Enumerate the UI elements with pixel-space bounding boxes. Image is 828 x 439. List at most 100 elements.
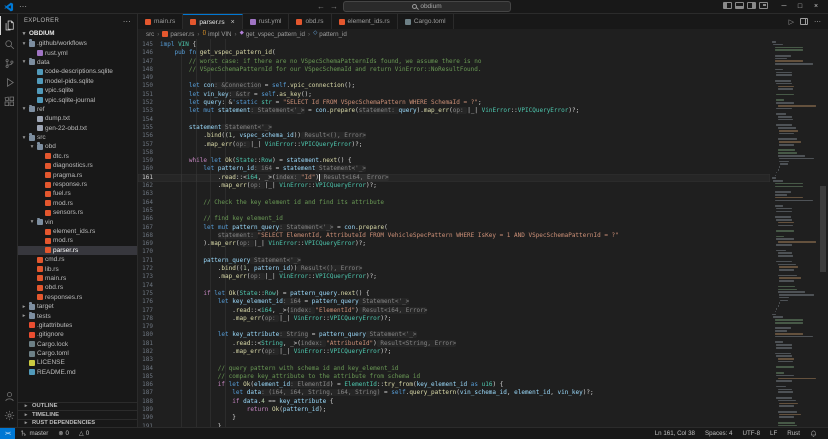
tree-item-lib-rs[interactable]: lib.rs [18, 264, 137, 273]
code-line[interactable]: 159 while let Ok(State::Row) = statement… [138, 157, 770, 165]
tab-parser-rs[interactable]: parser.rs× [183, 14, 242, 29]
code-line[interactable]: 186 if let Ok(element_id: ElementId) = E… [138, 381, 770, 389]
tree-item-cargo-toml[interactable]: Cargo.toml [18, 349, 137, 358]
code-line[interactable]: 182 .map_err(op: |_| VinError::VPICQuery… [138, 348, 770, 356]
code-line[interactable]: 181 .read::<String, _>(index: "Attribute… [138, 340, 770, 348]
tree-item-vpic-sqlite[interactable]: vpic.sqlite [18, 86, 137, 95]
tree-item-rust-yml[interactable]: rust.yml [18, 48, 137, 57]
code-line[interactable]: 157 .map_err(op: |_| VinError::VPICQuery… [138, 141, 770, 149]
tree-item-data[interactable]: ▾data [18, 58, 137, 67]
code-line[interactable]: 151 let vin_key: &str = self.as_key(); [138, 91, 770, 99]
tree-item-gitignore[interactable]: .gitignore [18, 330, 137, 339]
code-line[interactable]: 172 .bind((1, pattern_id)) Result<(), Er… [138, 265, 770, 273]
minimap[interactable] [770, 39, 818, 427]
breadcrumb-pattern-id[interactable]: ◇pattern_id [313, 31, 347, 38]
breadcrumb-src[interactable]: src [146, 31, 154, 38]
activity-source-control-icon[interactable] [0, 54, 17, 73]
split-editor-icon[interactable] [800, 18, 808, 25]
code-line[interactable]: 164 // Check the key element id and find… [138, 199, 770, 207]
section-rust-dependencies[interactable]: ▸RUST DEPENDENCIES [18, 419, 137, 428]
status-errors[interactable]: ⊗0 [53, 428, 74, 439]
code-line[interactable]: 184 // query pattern with schema id and … [138, 365, 770, 373]
tree-item-responses-rs[interactable]: responses.rs [18, 293, 137, 302]
forward-icon[interactable]: → [330, 2, 338, 11]
code-line[interactable]: 166 // find key element_id [138, 215, 770, 223]
more-actions-icon[interactable]: ⋯ [123, 17, 131, 26]
code-line[interactable]: 147 // worst case: if there are no VSpec… [138, 58, 770, 66]
tree-item-dump-txt[interactable]: dump.txt [18, 114, 137, 123]
tree-item-tests[interactable]: ▸tests [18, 311, 137, 320]
tree-item-pragma-rs[interactable]: pragma.rs [18, 170, 137, 179]
tree-item-mod-rs[interactable]: mod.rs [18, 199, 137, 208]
tree-item-gitattributes[interactable]: .gitattributes [18, 321, 137, 330]
activity-search-icon[interactable] [0, 35, 17, 54]
code-line[interactable]: 167 let mut pattern_query: Statement<'_>… [138, 224, 770, 232]
activity-account-icon[interactable] [0, 387, 17, 406]
run-icon[interactable]: ▷ [789, 18, 794, 26]
status-git-branch[interactable]: master [15, 428, 53, 439]
code-line[interactable]: 176 let key_element_id: i64 = pattern_qu… [138, 298, 770, 306]
code-area[interactable]: 145impl VIN {146 pub fn get_vspec_patter… [138, 41, 770, 427]
tree-item-mod-rs[interactable]: mod.rs [18, 236, 137, 245]
close-button[interactable]: × [808, 0, 824, 13]
tree-item-ref[interactable]: ▾ref [18, 105, 137, 114]
section-timeline[interactable]: ▸TIMELINE [18, 410, 137, 419]
tree-root-obdium[interactable]: ▾ OBDIUM [18, 28, 137, 39]
code-line[interactable]: 183 [138, 356, 770, 364]
status-notifications-bell[interactable] [805, 428, 822, 439]
tree-item-fuel-rs[interactable]: fuel.rs [18, 189, 137, 198]
command-center-search[interactable]: obdium [343, 1, 511, 12]
tree-item-diagnostics-rs[interactable]: diagnostics.rs [18, 161, 137, 170]
breadcrumb-impl-vin[interactable]: {}impl VIN [202, 31, 231, 38]
tree-item-readme-md[interactable]: README.md [18, 368, 137, 377]
tree-item-license[interactable]: LICENSE [18, 358, 137, 367]
status-warnings[interactable]: △0 [74, 428, 94, 439]
code-line[interactable]: 173 .map_err(op: |_| VinError::VPICQuery… [138, 273, 770, 281]
status-language-mode[interactable]: Rust [782, 428, 805, 439]
tree-item-cargo-lock[interactable]: Cargo.lock [18, 340, 137, 349]
tree-item-obd[interactable]: ▾obd [18, 142, 137, 151]
tree-item-gen-22-obd-txt[interactable]: gen-22-obd.txt [18, 124, 137, 133]
tree-item-src[interactable]: ▾src [18, 133, 137, 142]
tree-item-model-pids-sqlite[interactable]: model-pids.sqlite [18, 77, 137, 86]
status-eol[interactable]: LF [765, 428, 782, 439]
activity-extensions-icon[interactable] [0, 92, 17, 111]
code-editor[interactable]: 145impl VIN {146 pub fn get_vspec_patter… [138, 39, 828, 427]
tree-item-main-rs[interactable]: main.rs [18, 274, 137, 283]
tree-item-dtc-rs[interactable]: dtc.rs [18, 152, 137, 161]
tab-cargo-toml[interactable]: Cargo.toml [398, 14, 454, 29]
code-line[interactable]: 187 let data: (i64, i64, String, i64, St… [138, 389, 770, 397]
tree-item-code-descriptions-sqlite[interactable]: code-descriptions.sqlite [18, 67, 137, 76]
toggle-primary-sidebar-icon[interactable] [723, 2, 732, 9]
code-line[interactable]: 189 return Ok(pattern_id); [138, 406, 770, 414]
code-line[interactable]: 163 [138, 190, 770, 198]
tab-obd-rs[interactable]: obd.rs [289, 14, 331, 29]
code-line[interactable]: 171 pattern_query Statement<'_> [138, 257, 770, 265]
tree-item-target[interactable]: ▸target [18, 302, 137, 311]
more-actions-icon[interactable]: ⋯ [814, 18, 821, 26]
code-line[interactable]: 146 pub fn get_vspec_pattern_id( [138, 49, 770, 57]
minimize-button[interactable]: ─ [776, 0, 792, 13]
section-outline[interactable]: ▸OUTLINE [18, 402, 137, 411]
tab-close-icon[interactable]: × [231, 19, 235, 26]
activity-run-debug-icon[interactable] [0, 73, 17, 92]
code-line[interactable]: 153 let mut statement: Statement<'_> = c… [138, 107, 770, 115]
code-line[interactable]: 149 [138, 74, 770, 82]
tree-item-cmd-rs[interactable]: cmd.rs [18, 255, 137, 264]
code-line[interactable]: 179 [138, 323, 770, 331]
tree-item-parser-rs[interactable]: parser.rs [18, 246, 137, 255]
code-line[interactable]: 191 } [138, 423, 770, 427]
code-line[interactable]: 148 // VSpecSchemaPatternId for our VSpe… [138, 66, 770, 74]
toggle-panel-icon[interactable] [735, 2, 744, 9]
toggle-secondary-sidebar-icon[interactable] [747, 2, 756, 9]
code-line[interactable]: 161 .read::<i64, _>(index: "Id") Result<… [138, 174, 770, 182]
code-line[interactable]: 168 statement: "SELECT ElementId, Attrib… [138, 232, 770, 240]
vertical-scrollbar[interactable] [818, 39, 828, 427]
tree-item-vpic-sqlite-journal[interactable]: vpic.sqlite-journal [18, 95, 137, 104]
scrollbar-thumb[interactable] [820, 186, 826, 271]
code-line[interactable]: 188 if data.4 == key_attribute { [138, 398, 770, 406]
code-line[interactable]: 162 .map_err(op: |_| VinError::VPICQuery… [138, 182, 770, 190]
code-line[interactable]: 160 let pattern_id: i64 = statement Stat… [138, 165, 770, 173]
code-line[interactable]: 175 if let Ok(State::Row) = pattern_quer… [138, 290, 770, 298]
code-line[interactable]: 177 .read::<i64, _>(index: "ElementId") … [138, 307, 770, 315]
